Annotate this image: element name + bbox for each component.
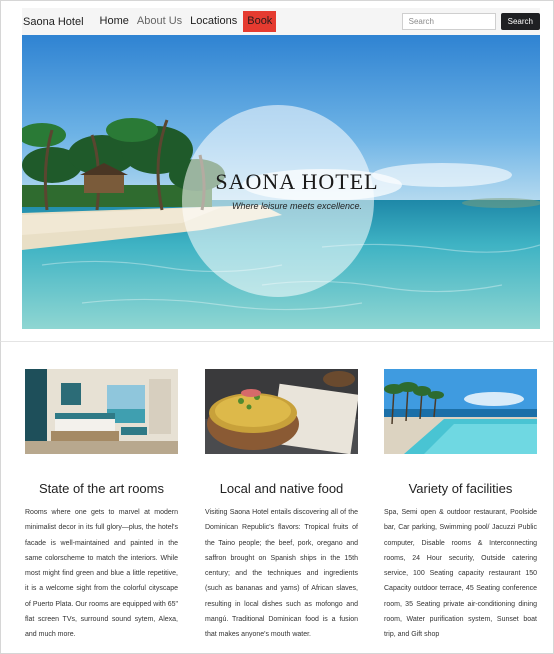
feature-food-title: Local and native food (219, 481, 344, 496)
hero-banner: SAONA HOTEL Where leisure meets excellen… (22, 35, 540, 329)
feature-facilities: Variety of facilities Spa, Semi open & o… (384, 369, 537, 643)
search-form: Search (401, 13, 540, 30)
search-button[interactable]: Search (500, 13, 540, 30)
feature-rooms-text: Rooms where one gets to marvel at modern… (25, 509, 178, 639)
nav-home[interactable]: Home (96, 8, 133, 35)
hero-title: SAONA HOTEL (215, 169, 379, 194)
nav-about-us[interactable]: About Us (133, 8, 186, 35)
feature-facilities-text: Spa, Semi open & outdoor restaurant, Poo… (384, 509, 537, 639)
feature-food: Local and native food Visiting Saona Hot… (205, 369, 358, 643)
feature-food-text: Visiting Saona Hotel entails discovering… (205, 509, 358, 639)
feature-rooms-title: State of the art rooms (38, 481, 164, 496)
navbar: Saona Hotel Home About Us Locations Book… (22, 8, 540, 35)
food-image (205, 369, 358, 454)
feature-rooms: State of the art rooms Rooms where one g… (25, 369, 178, 643)
search-input[interactable] (401, 13, 496, 30)
hero-tagline: Where leisure meets excellence. (231, 201, 363, 211)
brand-link[interactable]: Saona Hotel (23, 16, 84, 28)
feature-facilities-title: Variety of facilities (408, 481, 513, 496)
nav-locations[interactable]: Locations (186, 8, 241, 35)
room-image (25, 369, 178, 454)
pool-image (384, 369, 537, 454)
nav-book-button[interactable]: Book (243, 11, 277, 32)
